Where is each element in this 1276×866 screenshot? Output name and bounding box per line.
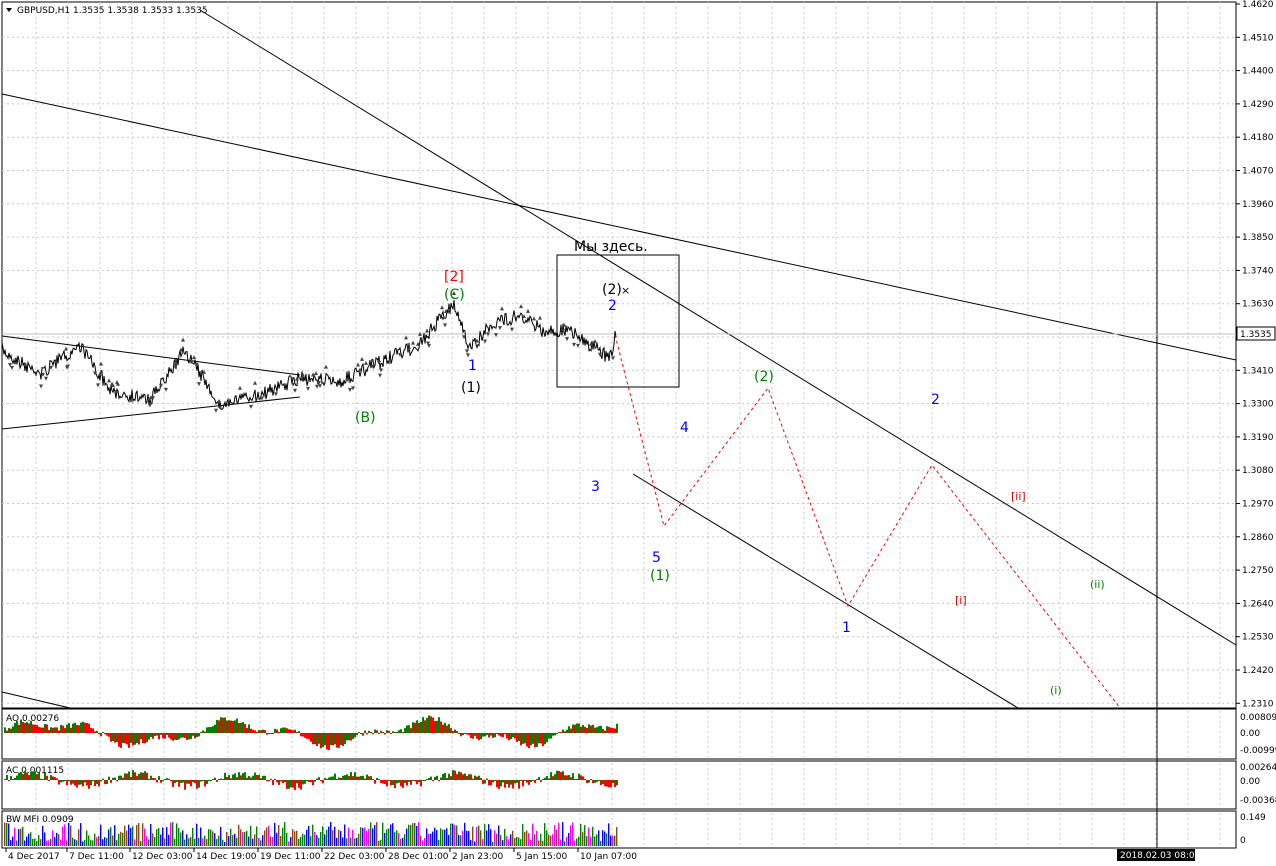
time-axis: 4 Dec 2017 7 Dec 11:00 12 Dec 03:00 14 Dec …	[5, 848, 637, 862]
price-tick-label: 1.3960	[1242, 200, 1274, 210]
ac-pane-frame	[1, 760, 1237, 810]
price-tick-label: 1.4510	[1242, 33, 1274, 43]
price-tick-label: 1.2970	[1242, 500, 1274, 510]
time-tick-label: 2 Jan 23:00	[452, 852, 504, 862]
wave-label-blue-3: 3	[591, 479, 600, 495]
price-tick-label: 1.2860	[1242, 533, 1274, 543]
here-rectangle[interactable]	[556, 254, 680, 388]
time-tick-label: 28 Dec 01:00	[388, 852, 449, 862]
time-tick-label: 5 Jan 15:00	[516, 852, 568, 862]
time-tick-label: 10 Jan 07:00	[580, 852, 637, 862]
price-tick-label: 1.3190	[1242, 433, 1274, 443]
wave-label-red-i: [i]	[955, 594, 967, 607]
wave-label-black-2: (2)	[602, 282, 622, 298]
time-tick-label: 14 Dec 19:00	[196, 852, 257, 862]
ac-axis-top: 0.00264	[1240, 763, 1276, 773]
price-tick-label: 1.2640	[1242, 599, 1274, 609]
wave-label-blue-5: 5	[652, 550, 661, 566]
price-axis: 1.4620 1.4510 1.4400 1.4290 1.4180 1.4070 1.39…	[1236, 0, 1274, 709]
chart-grid	[2, 2, 1236, 846]
time-tick-label: 12 Dec 03:00	[132, 852, 193, 862]
chart-canvas[interactable]: 1.4620 1.4510 1.4400 1.4290 1.4180 1.4070 1.39…	[0, 0, 1276, 866]
price-tick-label: 1.3410	[1242, 366, 1274, 376]
current-price-label: 1.3535	[1240, 330, 1272, 340]
wave-label-green-c: (C)	[444, 287, 465, 303]
time-tick-label: 19 Dec 11:00	[260, 852, 321, 862]
price-tick-label: 1.3850	[1242, 233, 1274, 243]
wave-label-green-ii: (ii)	[1090, 578, 1105, 591]
price-tick-label: 1.4400	[1242, 67, 1274, 77]
price-tick-label: 1.3630	[1242, 300, 1274, 310]
ao-axis-top: 0.00809	[1240, 713, 1276, 723]
ao-label: AO 0.00276	[6, 714, 59, 724]
price-tick-label: 1.2310	[1242, 699, 1274, 709]
main-header: GBPUSD,H1 1.3535 1.3538 1.3533 1.3535	[17, 6, 208, 16]
wave-label-blue-4: 4	[680, 420, 689, 436]
ac-axis-mid: 0.00	[1240, 777, 1260, 787]
price-tick-label: 1.2530	[1242, 633, 1274, 643]
price-tick-label: 1.2750	[1242, 566, 1274, 576]
wave-label-green-2: (2)	[754, 369, 774, 385]
mfi-axis-bottom: 0	[1240, 836, 1246, 846]
channel-lower-line[interactable]	[632, 473, 1019, 709]
wave-label-black-1: (1)	[461, 380, 481, 396]
price-tick-label: 1.3740	[1242, 266, 1274, 276]
mfi-histogram	[4, 822, 618, 846]
fractal-markers	[8, 291, 615, 413]
ac-histogram	[4, 770, 618, 790]
price-tick-label: 1.4180	[1242, 133, 1274, 143]
price-tick-label: 1.4070	[1242, 167, 1274, 177]
time-tick-label: 7 Dec 11:00	[69, 852, 124, 862]
time-tick-label: 4 Dec 2017	[8, 852, 60, 862]
cross-marker: ×	[621, 284, 630, 297]
price-tick-label: 1.4290	[1242, 100, 1274, 110]
wave-label-red-ii: [ii]	[1011, 490, 1026, 503]
ao-histogram	[4, 715, 618, 750]
wave-label-blue-2-near: 2	[608, 298, 617, 314]
wave-label-red-2: [2]	[444, 269, 464, 285]
trendline-shallow[interactable]	[1, 93, 1237, 361]
wave-label-green-b: (B)	[355, 410, 376, 426]
ac-axis-bottom: -0.00368	[1240, 796, 1276, 806]
mfi-label: BW MFI 0.0909	[6, 815, 74, 825]
mfi-axis-top: 0.149	[1240, 813, 1266, 823]
trendline-steep[interactable]	[199, 9, 1237, 646]
terminal-chart-window: 1.4620 1.4510 1.4400 1.4290 1.4180 1.4070 1.39…	[0, 0, 1276, 866]
triangle-upper-line[interactable]	[1, 335, 301, 376]
symbol-dropdown-icon[interactable]	[6, 8, 12, 12]
wave-label-blue-1-low: 1	[842, 620, 851, 636]
old-trendline-bottom[interactable]	[1, 691, 71, 709]
price-tick-label: 1.2420	[1242, 666, 1274, 676]
ao-axis-bottom: -0.00999	[1240, 746, 1276, 756]
price-tick-label: 1.4620	[1242, 0, 1274, 10]
price-tick-label: 1.3300	[1242, 400, 1274, 410]
price-tick-label: 1.3080	[1242, 466, 1274, 476]
wave-label-green-1: (1)	[650, 568, 670, 584]
wave-label-blue-2-far: 2	[931, 392, 940, 408]
ao-axis-mid: 0.00	[1240, 729, 1260, 739]
annotation-here: Мы здесь.	[574, 239, 648, 255]
wave-label-blue-1: 1	[468, 358, 477, 374]
time-cursor-label: 2018.02.03 08:00	[1120, 851, 1201, 861]
time-tick-label: 22 Dec 03:00	[324, 852, 385, 862]
wave-label-green-i: (i)	[1050, 684, 1062, 697]
